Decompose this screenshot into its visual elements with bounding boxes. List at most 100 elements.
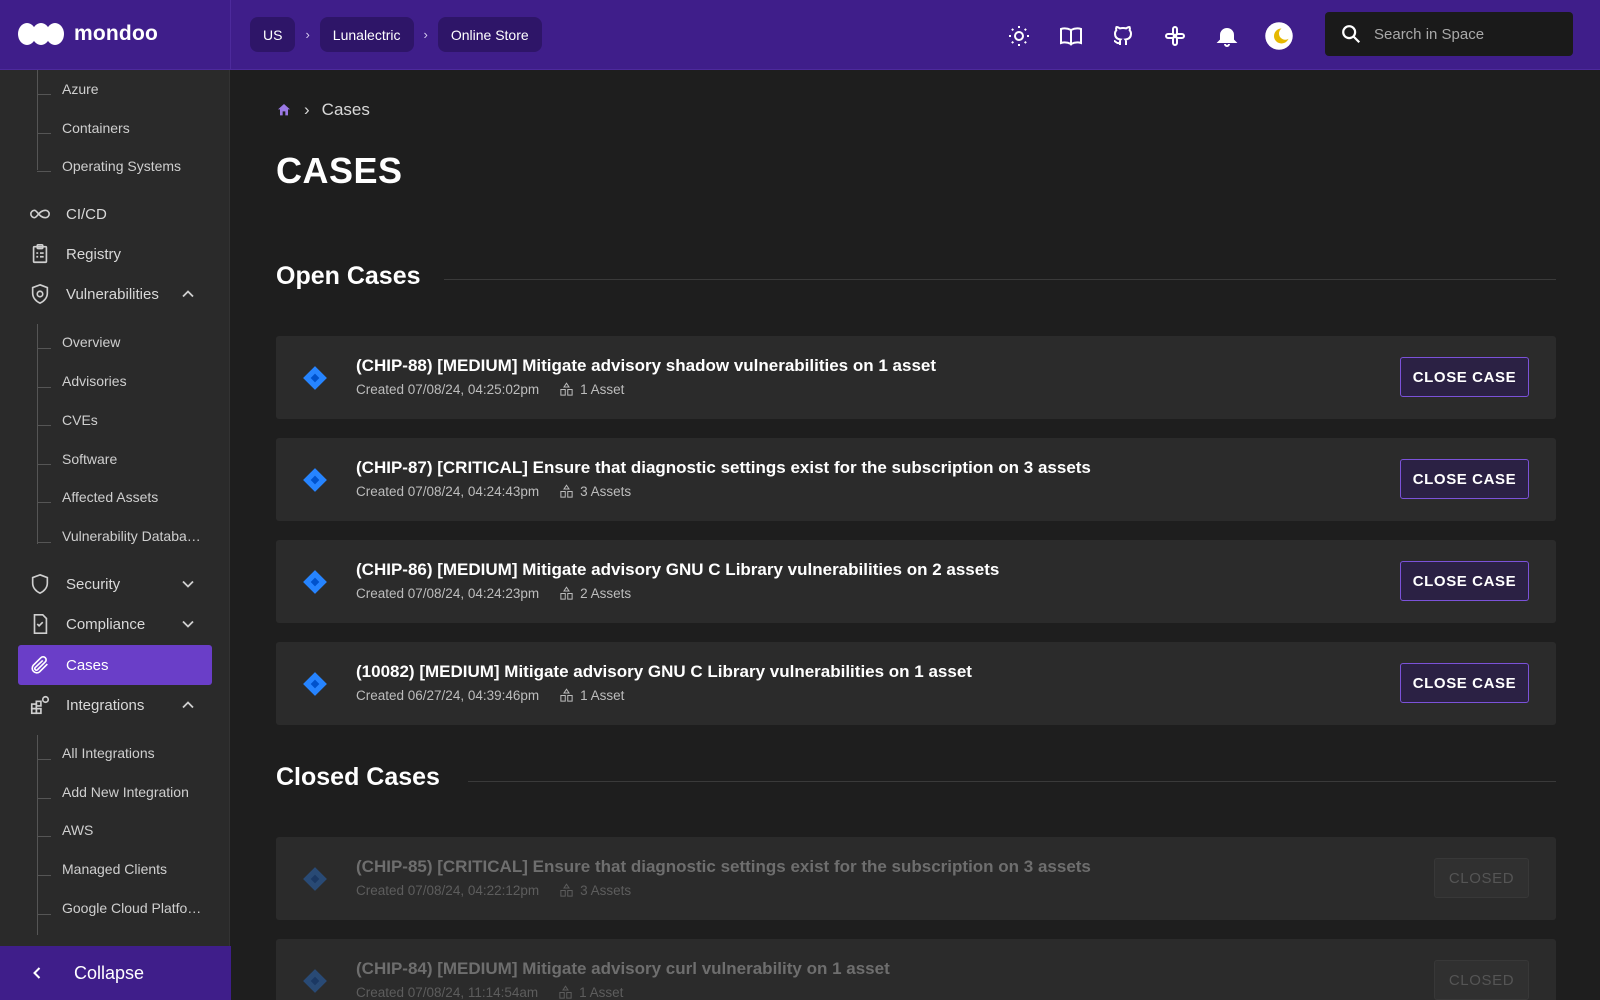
chevron-down-icon[interactable] [178, 614, 198, 634]
tree-tick [37, 798, 51, 799]
closed-case-card[interactable]: (CHIP-85) [CRITICAL] Ensure that diagnos… [276, 837, 1556, 920]
sidebar-item-overview[interactable]: Overview [62, 334, 120, 350]
collapse-button[interactable]: Collapse [0, 946, 231, 1000]
sidebar: Azure Containers Operating Systems CI/CD… [0, 70, 230, 1000]
sidebar-item-containers[interactable]: Containers [62, 120, 130, 136]
page-title: CASES [276, 150, 403, 191]
close-case-button[interactable]: CLOSE CASE [1400, 561, 1529, 601]
close-case-button[interactable]: CLOSE CASE [1400, 663, 1529, 703]
case-assets-count: 1 Asset [580, 382, 625, 397]
sidebar-item-compliance[interactable]: Compliance [18, 604, 212, 644]
search-input[interactable] [1374, 25, 1554, 43]
sidebar-item-label: Compliance [66, 615, 146, 633]
chevron-up-icon[interactable] [178, 284, 198, 304]
sidebar-item-all-integrations[interactable]: All Integrations [62, 745, 155, 761]
case-title[interactable]: (CHIP-87) [CRITICAL] Ensure that diagnos… [356, 458, 1091, 478]
sidebar-item-vulnerabilities[interactable]: Vulnerabilities [18, 274, 212, 314]
breadcrumb-organization[interactable]: Lunalectric [319, 17, 414, 52]
sidebar-item-vulnerability-database[interactable]: Vulnerability Databa… [62, 528, 201, 544]
main-content: › Cases CASES Open Cases (CHIP-88) [MEDI… [231, 70, 1600, 1000]
sun-icon[interactable] [1003, 20, 1035, 52]
tree-tick [37, 914, 51, 915]
case-assets: 1 Asset [559, 382, 624, 397]
divider [468, 781, 1556, 782]
sidebar-item-google-cloud-platform[interactable]: Google Cloud Platfo… [62, 900, 201, 916]
sidebar-item-registry[interactable]: Registry [18, 234, 212, 274]
sidebar-item-managed-clients[interactable]: Managed Clients [62, 861, 167, 877]
divider [444, 279, 1556, 280]
case-title[interactable]: (10082) [MEDIUM] Mitigate advisory GNU C… [356, 662, 972, 682]
close-case-button[interactable]: CLOSE CASE [1400, 357, 1529, 397]
case-title[interactable]: (CHIP-86) [MEDIUM] Mitigate advisory GNU… [356, 560, 999, 580]
search-box[interactable] [1325, 12, 1573, 56]
tree-line [37, 70, 38, 170]
case-title[interactable]: (CHIP-88) [MEDIUM] Mitigate advisory sha… [356, 356, 936, 376]
tree-tick [37, 464, 51, 465]
closed-button: CLOSED [1434, 960, 1529, 1000]
logo-text: mondoo [74, 22, 159, 45]
sidebar-item-affected-assets[interactable]: Affected Assets [62, 489, 158, 505]
case-title[interactable]: (CHIP-84) [MEDIUM] Mitigate advisory cur… [356, 959, 890, 979]
sidebar-item-cves[interactable]: CVEs [62, 412, 98, 428]
case-created: Created 07/08/24, 04:22:12pm [356, 883, 540, 898]
tree-tick [37, 502, 51, 503]
case-assets: 1 Asset [559, 688, 624, 703]
sidebar-item-advisories[interactable]: Advisories [62, 373, 127, 389]
case-title[interactable]: (CHIP-85) [CRITICAL] Ensure that diagnos… [356, 857, 1091, 877]
book-icon[interactable] [1055, 20, 1087, 52]
sidebar-item-aws[interactable]: AWS [62, 822, 93, 838]
sidebar-item-software[interactable]: Software [62, 451, 117, 467]
case-created: Created 07/08/24, 04:25:02pm [356, 382, 540, 397]
sidebar-item-security[interactable]: Security [18, 564, 212, 604]
github-icon[interactable] [1107, 20, 1139, 52]
case-assets-count: 3 Assets [580, 883, 632, 898]
sidebar-item-label: Registry [66, 245, 122, 263]
breadcrumb-space[interactable]: Online Store [437, 17, 542, 52]
breadcrumb-current: Cases [321, 100, 370, 119]
open-cases-heading: Open Cases [276, 262, 421, 290]
theme-toggle-icon[interactable] [1263, 20, 1295, 52]
sidebar-item-integrations[interactable]: Integrations [18, 685, 212, 725]
sidebar-item-add-new-integration[interactable]: Add New Integration [62, 784, 189, 800]
chevron-up-icon[interactable] [178, 695, 198, 715]
case-assets-count: 1 Asset [579, 985, 624, 1000]
chevron-left-icon [33, 967, 41, 979]
integrations-icon [28, 693, 52, 717]
jira-icon [303, 570, 327, 594]
chevron-down-icon[interactable] [178, 574, 198, 594]
case-meta: Created 07/08/24, 11:14:54am 1 Asset [356, 985, 623, 1000]
top-icons [1003, 20, 1295, 52]
case-card[interactable]: (CHIP-86) [MEDIUM] Mitigate advisory GNU… [276, 540, 1556, 623]
search-icon [1342, 25, 1361, 44]
sidebar-item-operating-systems[interactable]: Operating Systems [62, 158, 181, 174]
tree-tick [37, 348, 51, 349]
case-assets: 1 Asset [558, 985, 623, 1000]
breadcrumb-region[interactable]: US [250, 17, 296, 52]
case-assets: 2 Assets [559, 586, 631, 601]
sidebar-item-label: Integrations [66, 696, 145, 714]
document-check-icon [28, 612, 52, 636]
jira-icon [303, 366, 327, 390]
closed-case-card[interactable]: (CHIP-84) [MEDIUM] Mitigate advisory cur… [276, 939, 1556, 1000]
mondoo-logo[interactable]: mondoo [18, 22, 158, 46]
home-icon[interactable] [276, 102, 292, 118]
shield-icon [28, 572, 52, 596]
sidebar-item-cicd[interactable]: CI/CD [18, 194, 212, 234]
close-case-button[interactable]: CLOSE CASE [1400, 459, 1529, 499]
slack-icon[interactable] [1159, 20, 1191, 52]
clipboard-icon [28, 242, 52, 266]
case-created: Created 07/08/24, 11:14:54am [356, 985, 539, 1000]
tree-tick [37, 387, 51, 388]
case-meta: Created 07/08/24, 04:22:12pm 3 Assets [356, 883, 631, 898]
case-created: Created 06/27/24, 04:39:46pm [356, 688, 540, 703]
case-meta: Created 07/08/24, 04:24:23pm 2 Assets [356, 586, 631, 601]
tree-tick [37, 759, 51, 760]
sidebar-item-cases[interactable]: Cases [18, 645, 212, 685]
sidebar-item-azure[interactable]: Azure [62, 81, 99, 97]
case-card[interactable]: (10082) [MEDIUM] Mitigate advisory GNU C… [276, 642, 1556, 725]
case-card[interactable]: (CHIP-87) [CRITICAL] Ensure that diagnos… [276, 438, 1556, 521]
jira-icon [303, 468, 327, 492]
bell-icon[interactable] [1211, 20, 1243, 52]
case-card[interactable]: (CHIP-88) [MEDIUM] Mitigate advisory sha… [276, 336, 1556, 419]
tree-tick [37, 171, 51, 172]
